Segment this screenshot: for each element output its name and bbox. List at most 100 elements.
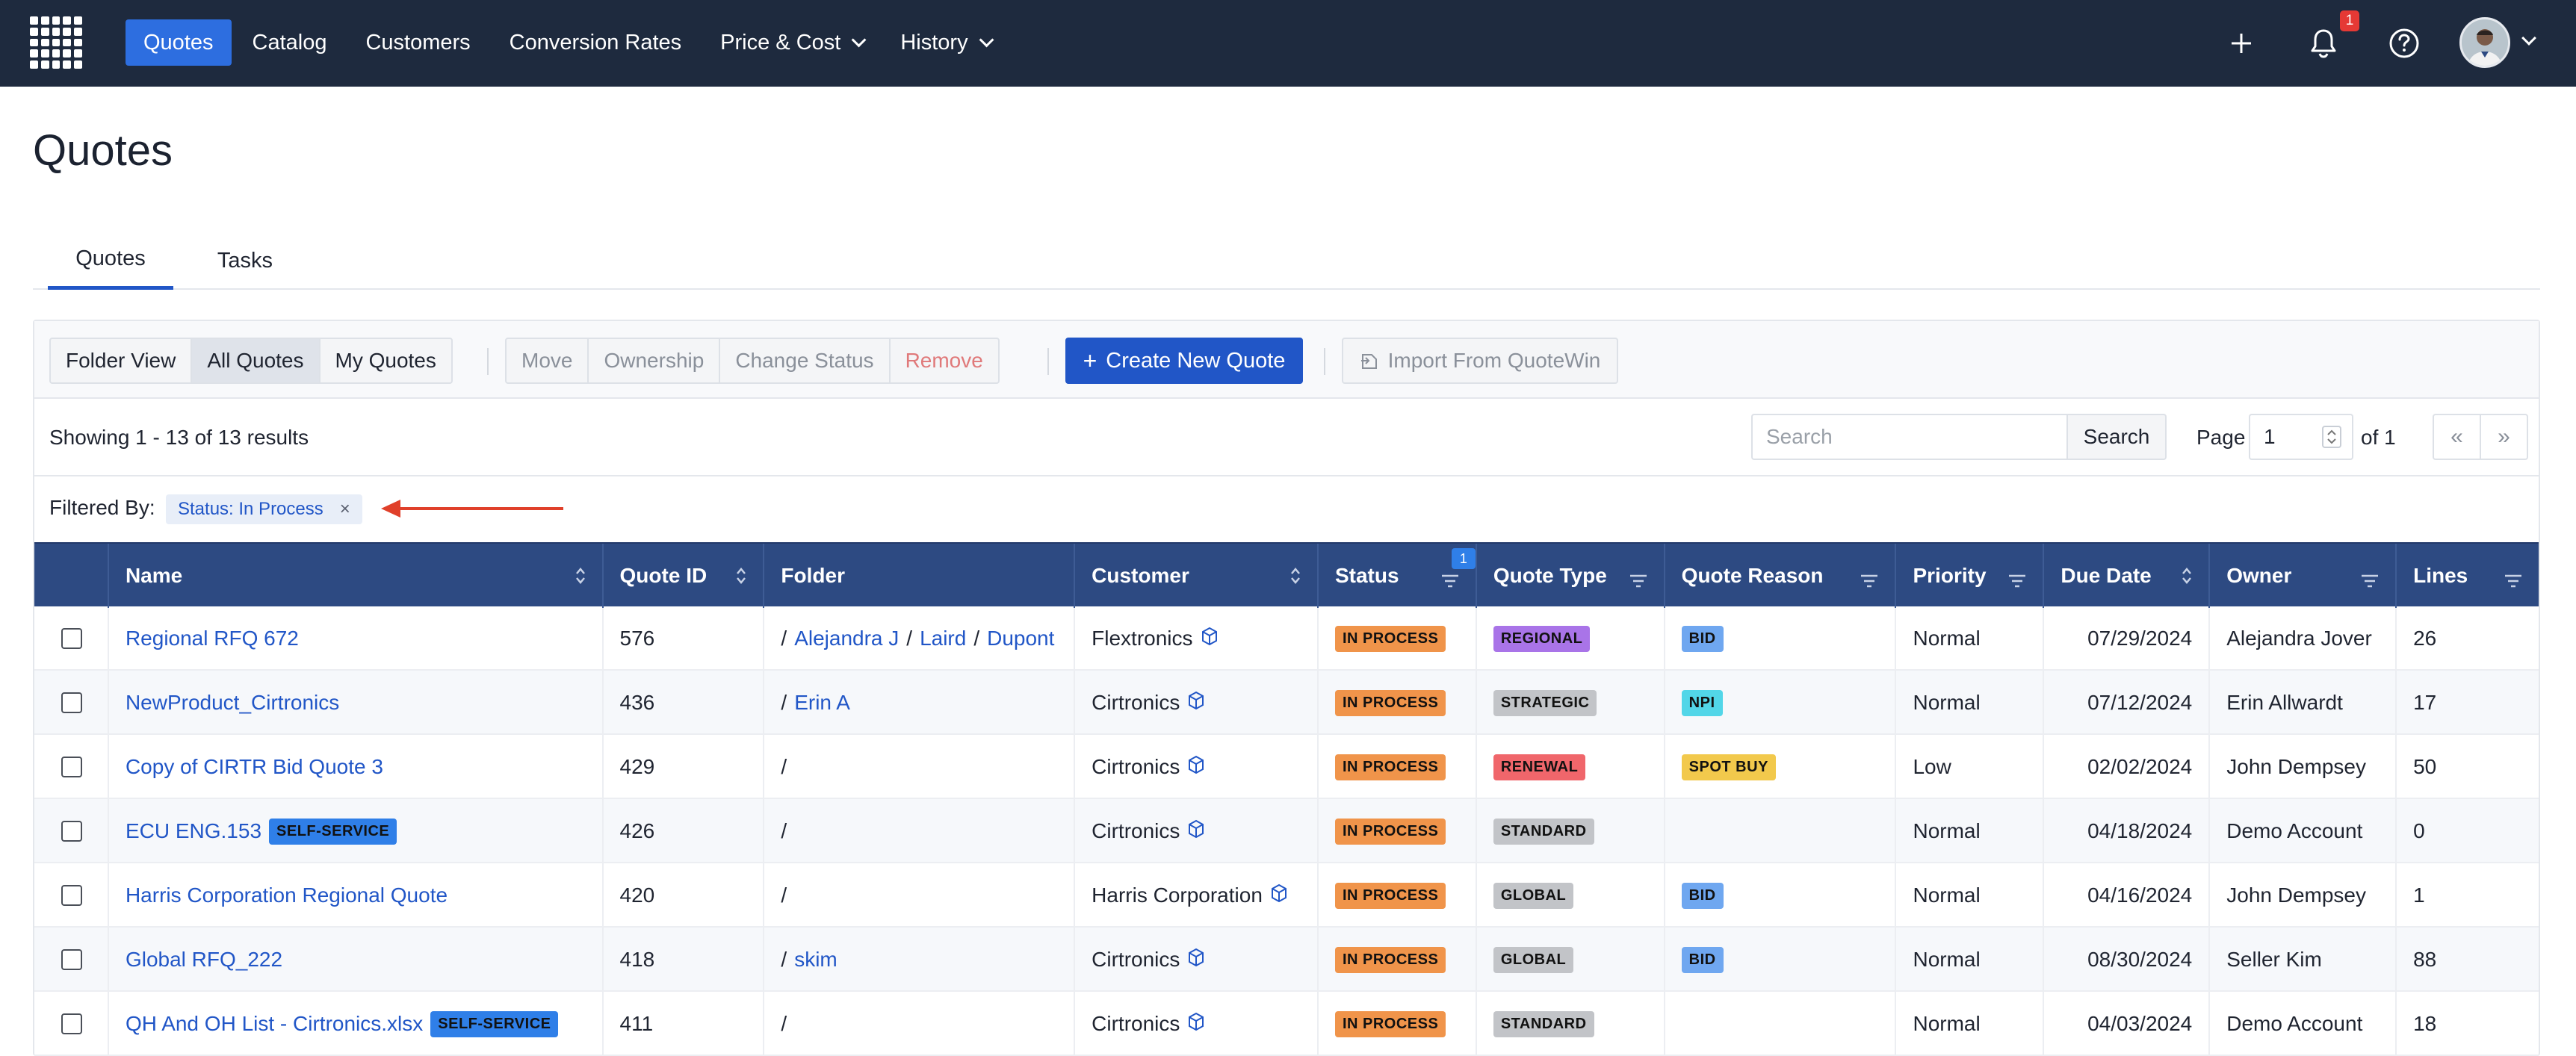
folder-link[interactable]: Erin A — [794, 691, 850, 715]
folder-link[interactable]: Dupont — [987, 627, 1054, 650]
filter-icon[interactable] — [2008, 569, 2026, 593]
quote-type-badge: GLOBAL — [1493, 882, 1574, 909]
next-page-button[interactable]: » — [2481, 415, 2527, 459]
nav-item-catalog[interactable]: Catalog — [235, 19, 345, 66]
name-cell: Global RFQ_222 — [109, 928, 604, 992]
nav-item-conversion-rates[interactable]: Conversion Rates — [492, 19, 700, 66]
customer-name: Harris Corporation — [1092, 883, 1263, 907]
lines-cell: 88 — [2413, 948, 2437, 971]
sort-icon[interactable] — [2182, 566, 2192, 586]
quote-reason-badge: SPOT BUY — [1681, 754, 1776, 780]
row-checkbox[interactable] — [61, 757, 82, 777]
filter-icon[interactable] — [1441, 569, 1459, 593]
tab-quotes[interactable]: Quotes — [48, 232, 173, 290]
remove-button[interactable]: Remove — [891, 339, 998, 382]
help-icon[interactable] — [2382, 21, 2427, 66]
logo-cell — [52, 38, 61, 47]
status-badge: IN PROCESS — [1334, 882, 1446, 909]
column-header-customer[interactable]: Customer — [1075, 544, 1319, 608]
move-button[interactable]: Move — [507, 339, 589, 382]
row-checkbox[interactable] — [61, 885, 82, 906]
create-new-quote-button[interactable]: + Create New Quote — [1065, 338, 1303, 384]
folder-view-button[interactable]: Folder View — [51, 339, 193, 382]
nav-item-price-cost[interactable]: Price & Cost — [702, 19, 879, 66]
column-header-folder[interactable]: Folder — [764, 544, 1076, 608]
column-header-status[interactable]: Status 1 — [1319, 544, 1477, 608]
nav-item-history[interactable]: History — [882, 19, 1006, 66]
row-checkbox[interactable] — [61, 692, 82, 713]
cube-icon[interactable] — [1187, 1012, 1205, 1037]
cube-icon[interactable] — [1187, 819, 1205, 844]
column-header-owner[interactable]: Owner — [2210, 544, 2397, 608]
all-quotes-button[interactable]: All Quotes — [192, 339, 321, 382]
row-checkbox[interactable] — [61, 628, 82, 649]
cube-icon[interactable] — [1187, 948, 1205, 972]
quote-name-link[interactable]: Regional RFQ 672 — [126, 627, 299, 650]
row-checkbox[interactable] — [61, 949, 82, 970]
avatar[interactable] — [2459, 17, 2510, 68]
priority-cell: Low — [1896, 735, 2045, 799]
my-quotes-button[interactable]: My Quotes — [321, 339, 451, 382]
filter-icon[interactable] — [2504, 569, 2522, 593]
change-status-button[interactable]: Change Status — [720, 339, 891, 382]
annotation-arrow-icon — [381, 500, 563, 518]
column-header-quote-reason[interactable]: Quote Reason — [1665, 544, 1897, 608]
owner-cell: Erin Allwardt — [2210, 671, 2397, 735]
filter-count-badge: 1 — [1451, 548, 1476, 569]
quote-name-link[interactable]: NewProduct_Cirtronics — [126, 691, 339, 715]
filter-icon[interactable] — [1629, 569, 1647, 593]
column-header-name[interactable]: Name — [109, 544, 604, 608]
quote-name-link[interactable]: Copy of CIRTR Bid Quote 3 — [126, 755, 383, 779]
grid-logo-icon[interactable] — [30, 16, 82, 69]
column-header-quote-id[interactable]: Quote ID — [604, 544, 765, 608]
logo-cell — [30, 38, 38, 47]
row-checkbox[interactable] — [61, 821, 82, 842]
sort-icon[interactable] — [575, 566, 586, 586]
cube-icon[interactable] — [1187, 755, 1205, 780]
quote-name-link[interactable]: Harris Corporation Regional Quote — [126, 883, 448, 907]
folder-link[interactable]: Alejandra J — [794, 627, 899, 650]
status-cell: IN PROCESS — [1319, 799, 1477, 863]
sort-icon[interactable] — [1290, 566, 1301, 586]
folder-link[interactable]: skim — [794, 948, 837, 972]
logo-cell — [52, 60, 61, 69]
page-number-input[interactable]: 1 — [2249, 414, 2353, 460]
column-header-lines[interactable]: Lines — [2397, 544, 2539, 608]
column-header-due-date[interactable]: Due Date — [2044, 544, 2211, 608]
quote-reason-cell — [1665, 799, 1897, 863]
search-input[interactable] — [1751, 414, 2068, 460]
status-filter-chip[interactable]: Status: In Process × — [166, 494, 362, 524]
tab-tasks[interactable]: Tasks — [185, 232, 305, 290]
bell-icon[interactable] — [2301, 21, 2346, 66]
nav-item-label: Customers — [365, 30, 471, 55]
quote-name-link[interactable]: QH And OH List - Cirtronics.xlsx — [126, 1012, 423, 1036]
cube-icon[interactable] — [1187, 691, 1205, 715]
name-cell: Copy of CIRTR Bid Quote 3 — [109, 735, 604, 799]
cube-icon[interactable] — [1201, 627, 1219, 651]
quote-name-link[interactable]: ECU ENG.153 — [126, 819, 261, 843]
chevron-down-icon[interactable] — [2521, 31, 2536, 46]
filter-icon[interactable] — [2361, 569, 2379, 593]
plus-icon[interactable] — [2219, 21, 2264, 66]
ownership-button[interactable]: Ownership — [589, 339, 721, 382]
search-button[interactable]: Search — [2066, 414, 2167, 460]
nav-item-label: Price & Cost — [720, 30, 841, 55]
nav-item-quotes[interactable]: Quotes — [126, 19, 232, 66]
row-checkbox[interactable] — [61, 1013, 82, 1034]
close-icon[interactable]: × — [340, 499, 350, 520]
column-header-priority[interactable]: Priority — [1896, 544, 2045, 608]
due-date-cell: 04/03/2024 — [2044, 992, 2211, 1056]
nav-item-customers[interactable]: Customers — [347, 19, 488, 66]
status-badge: IN PROCESS — [1334, 689, 1446, 716]
sort-icon[interactable] — [736, 566, 746, 586]
prev-page-button[interactable]: « — [2434, 415, 2481, 459]
cube-icon[interactable] — [1270, 883, 1288, 908]
page-stepper[interactable] — [2322, 426, 2341, 448]
quote-name-link[interactable]: Global RFQ_222 — [126, 948, 282, 972]
import-from-quotewin-button[interactable]: Import From QuoteWin — [1342, 338, 1618, 384]
filter-icon[interactable] — [1860, 569, 1878, 593]
logo-cell — [40, 49, 49, 58]
self-service-badge: SELF-SERVICE — [430, 1010, 559, 1037]
folder-link[interactable]: Laird — [920, 627, 966, 650]
column-header-quote-type[interactable]: Quote Type — [1477, 544, 1665, 608]
